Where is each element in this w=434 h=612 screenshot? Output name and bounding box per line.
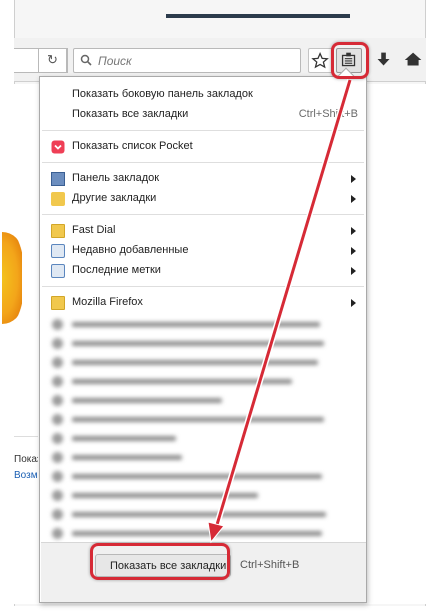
menu-item-label: Показать все закладки	[72, 108, 189, 120]
page-divider	[14, 436, 38, 437]
search-input[interactable]: Поиск	[73, 48, 301, 73]
globe-icon	[52, 319, 63, 330]
home-button[interactable]	[402, 48, 428, 73]
menu-item-recent-tags[interactable]: Последние метки	[40, 261, 366, 281]
reload-button[interactable]: ↻	[38, 48, 67, 73]
bookmark-item-blurred[interactable]	[40, 334, 366, 353]
bookmark-item-blurred[interactable]	[40, 372, 366, 391]
menu-item-fast-dial[interactable]: Fast Dial	[40, 221, 366, 241]
smart-query-icon	[51, 264, 65, 278]
blurred-text	[72, 531, 322, 536]
blurred-text	[72, 379, 292, 384]
menu-separator	[42, 214, 364, 215]
bookmark-item-blurred[interactable]	[40, 353, 366, 372]
globe-icon	[52, 414, 63, 425]
page-image-fragment	[2, 232, 22, 324]
submenu-arrow-icon	[351, 227, 356, 235]
menu-item-label: Другие закладки	[72, 192, 157, 204]
page-text-fragment: Показать в	[14, 454, 38, 465]
globe-icon	[52, 509, 63, 520]
globe-icon	[52, 471, 63, 482]
star-icon	[311, 52, 329, 69]
submenu-arrow-icon	[351, 299, 356, 307]
blurred-text	[72, 493, 258, 498]
bookmark-item-blurred[interactable]	[40, 315, 366, 334]
blurred-text	[72, 417, 324, 422]
folder-icon	[51, 296, 65, 310]
submenu-arrow-icon	[351, 267, 356, 275]
shortcut-label: Ctrl+Shift+B	[298, 108, 358, 120]
bookmarks-menu-popup: Показать боковую панель закладок Показат…	[39, 76, 367, 603]
menu-item-bookmarks-toolbar[interactable]: Панель закладок	[40, 169, 366, 189]
submenu-arrow-icon	[351, 247, 356, 255]
bookmark-item-blurred[interactable]	[40, 429, 366, 448]
download-arrow-icon	[377, 52, 390, 66]
blurred-text	[72, 436, 176, 441]
blurred-text	[72, 322, 320, 327]
search-placeholder: Поиск	[98, 54, 132, 68]
blurred-text	[72, 398, 222, 403]
smart-query-icon	[51, 244, 65, 258]
other-bookmarks-icon	[51, 192, 65, 206]
blurred-text	[72, 341, 324, 346]
search-icon	[80, 54, 92, 66]
globe-icon	[52, 452, 63, 463]
bookmark-item-blurred[interactable]	[40, 524, 366, 543]
menu-item-label: Панель закладок	[72, 172, 160, 184]
menu-item-show-all-bookmarks[interactable]: Показать все закладки Ctrl+Shift+B	[40, 105, 366, 125]
menu-item-recently-added[interactable]: Недавно добавленные	[40, 241, 366, 261]
menu-item-pocket[interactable]: Показать список Pocket	[40, 137, 366, 157]
menu-item-label: Показать список Pocket	[72, 140, 193, 152]
menu-item-label: Mozilla Firefox	[72, 296, 143, 308]
highlight-bookmarks-button	[331, 42, 369, 79]
blurred-text	[72, 455, 182, 460]
menu-item-label: Недавно добавленные	[72, 244, 189, 256]
blurred-text	[72, 512, 326, 517]
menu-item-label: Показать боковую панель закладок	[72, 88, 253, 100]
bookmark-item-blurred[interactable]	[40, 505, 366, 524]
blurred-text	[72, 360, 318, 365]
globe-icon	[52, 376, 63, 387]
home-icon	[404, 52, 422, 66]
menu-separator	[42, 162, 364, 163]
active-tab-indicator	[166, 14, 350, 18]
menu-item-mozilla-firefox[interactable]: Mozilla Firefox	[40, 293, 366, 313]
bookmark-item-blurred[interactable]	[40, 448, 366, 467]
folder-icon	[51, 224, 65, 238]
submenu-arrow-icon	[351, 195, 356, 203]
menu-item-other-bookmarks[interactable]: Другие закладки	[40, 189, 366, 209]
menu-separator	[42, 286, 364, 287]
bookmark-item-blurred[interactable]	[40, 410, 366, 429]
globe-icon	[52, 490, 63, 501]
page-link-fragment[interactable]: Возмож	[14, 470, 38, 481]
menu-separator	[42, 130, 364, 131]
submenu-arrow-icon	[351, 175, 356, 183]
globe-icon	[52, 357, 63, 368]
bookmark-item-blurred[interactable]	[40, 467, 366, 486]
pocket-icon	[51, 140, 65, 154]
highlight-show-all-button	[90, 543, 230, 580]
menu-item-label: Последние метки	[72, 264, 161, 276]
menu-item-show-sidebar[interactable]: Показать боковую панель закладок	[40, 85, 366, 105]
bookmarks-toolbar-icon	[51, 172, 65, 186]
globe-icon	[52, 528, 63, 539]
blurred-text	[72, 474, 322, 479]
shortcut-label: Ctrl+Shift+B	[240, 559, 300, 571]
menu-item-label: Fast Dial	[72, 224, 116, 236]
reload-icon: ↻	[47, 52, 58, 67]
globe-icon	[52, 433, 63, 444]
bookmark-item-blurred[interactable]	[40, 486, 366, 505]
globe-icon	[52, 395, 63, 406]
downloads-button[interactable]	[372, 48, 398, 73]
bookmark-item-blurred[interactable]	[40, 391, 366, 410]
globe-icon	[52, 338, 63, 349]
